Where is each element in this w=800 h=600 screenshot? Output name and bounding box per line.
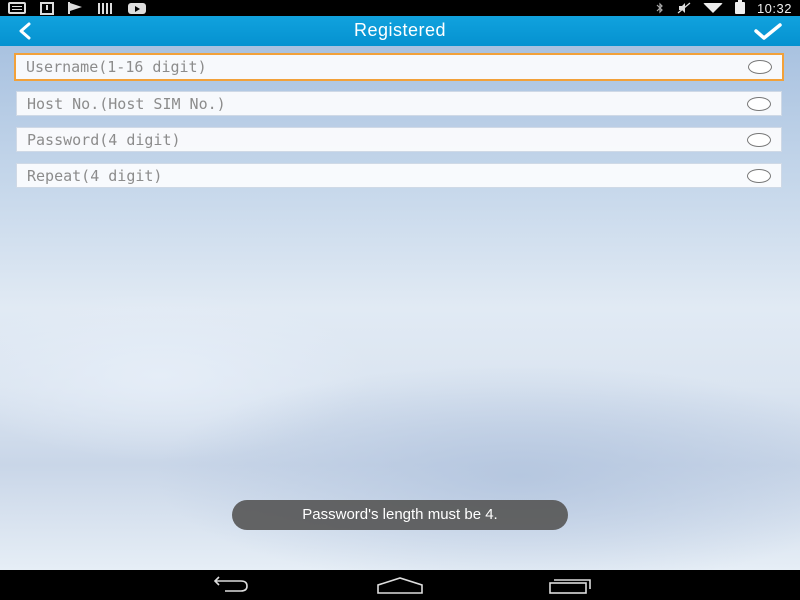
status-bar-system: 10:32: [655, 0, 792, 16]
nav-recent-apps-button[interactable]: [546, 575, 594, 595]
home-icon: [377, 577, 423, 594]
toast-message: Password's length must be 4.: [232, 500, 568, 530]
nav-home-button[interactable]: [376, 575, 424, 595]
recent-apps-icon: [549, 579, 591, 594]
back-icon: [213, 576, 248, 592]
mute-icon: [677, 2, 691, 14]
status-bar-notifications: [8, 1, 146, 15]
action-bar: Registered: [0, 16, 800, 46]
checkmark-icon: [754, 23, 782, 40]
nav-back-button[interactable]: [205, 575, 253, 595]
navigation-bar: [0, 570, 800, 600]
confirm-button[interactable]: [752, 18, 784, 44]
password-input[interactable]: [27, 128, 741, 151]
registration-form: [0, 46, 800, 570]
flag-icon: [68, 2, 84, 14]
username-input[interactable]: [26, 55, 742, 79]
repeat-password-input[interactable]: [27, 164, 741, 187]
status-bar: 10:32: [0, 0, 800, 16]
repeat-password-field[interactable]: [16, 163, 782, 188]
host-number-input[interactable]: [27, 92, 741, 115]
status-bar-time: 10:32: [756, 0, 792, 16]
repeat-password-status-icon: [747, 168, 771, 183]
battery-charging-icon: [734, 0, 745, 14]
download-icon: [40, 1, 54, 15]
username-status-icon: [748, 60, 772, 74]
page-title: Registered: [353, 20, 447, 40]
username-field[interactable]: [14, 53, 784, 81]
password-status-icon: [747, 132, 771, 147]
barcode-icon: [98, 2, 114, 14]
message-icon: [8, 2, 26, 14]
bluetooth-icon: [655, 2, 665, 14]
host-number-status-icon: [747, 96, 771, 111]
video-icon: [128, 2, 146, 14]
screen: 10:32 Registered Username(1-16 digit) Ho…: [0, 0, 800, 600]
password-field[interactable]: [16, 127, 782, 152]
host-number-field[interactable]: [16, 91, 782, 116]
wifi-icon: [702, 3, 723, 13]
